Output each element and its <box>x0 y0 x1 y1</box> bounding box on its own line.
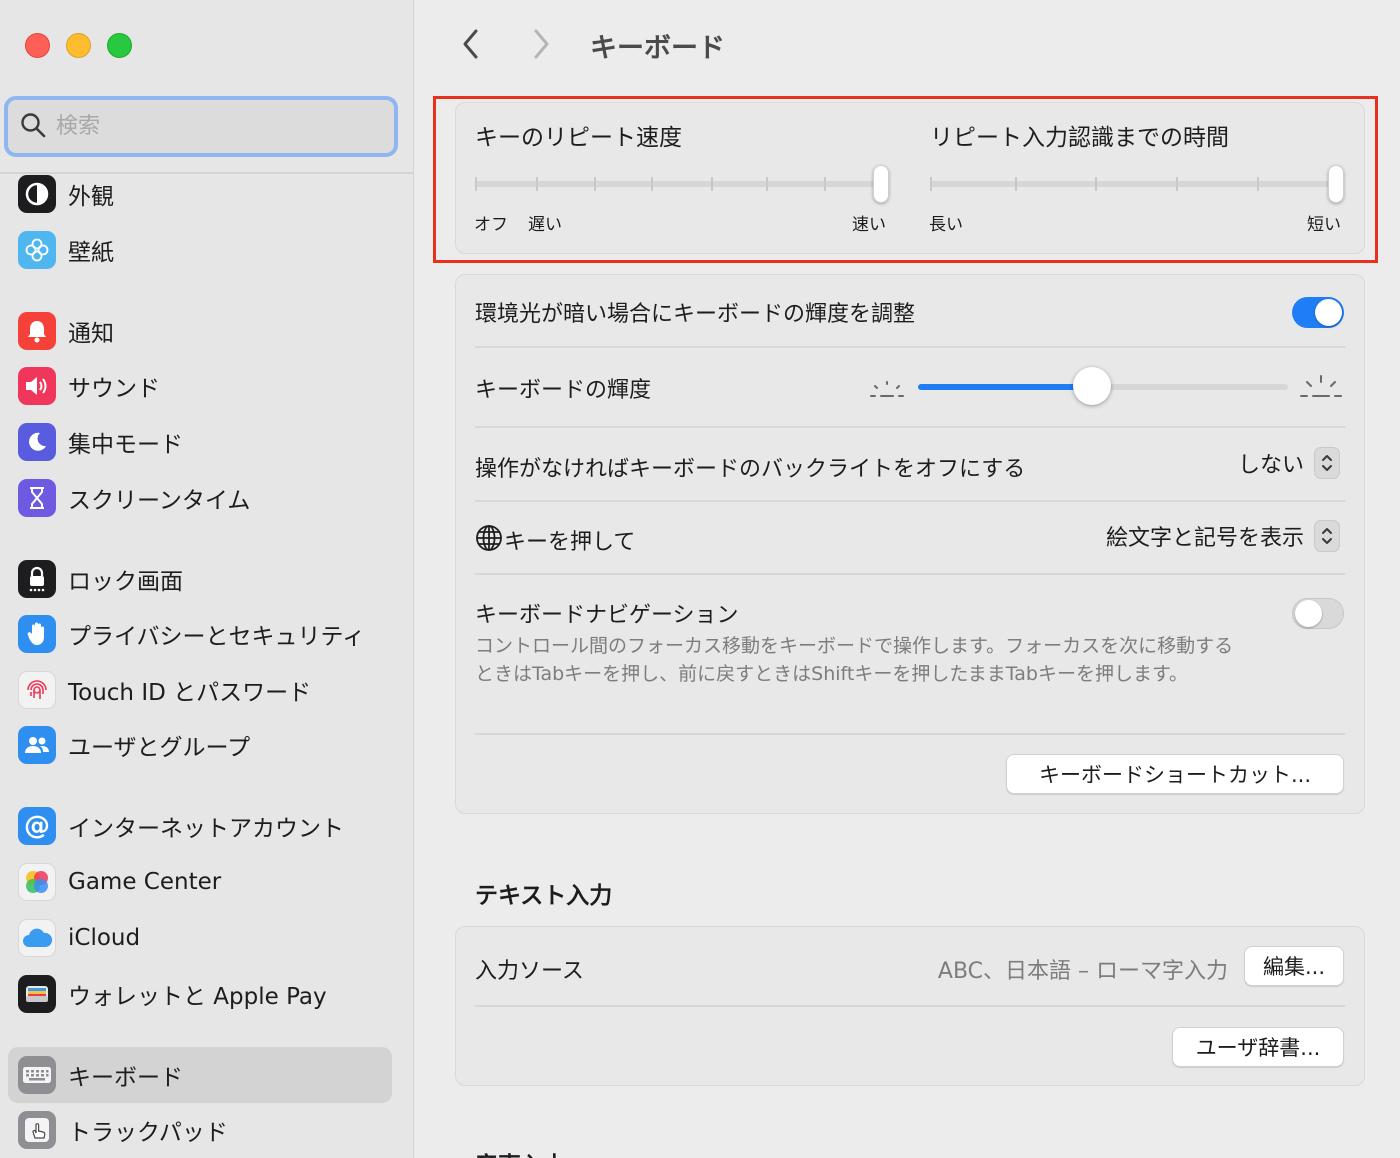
main-panel: キーボード キーのリピート速度 オフ 遅い 速い リピート入力認識までの時間 長… <box>415 0 1400 1158</box>
sidebar-item-label: 通知 <box>68 321 114 347</box>
user-dictionary-button[interactable]: ユーザ辞書... <box>1172 1027 1344 1067</box>
sidebar-item-label: 集中モード <box>68 432 183 458</box>
keyboard-icon <box>18 1056 56 1094</box>
highlight-frame <box>433 96 1378 263</box>
sidebar-item-keyboard[interactable]: キーボード <box>8 1047 392 1103</box>
appearance-icon <box>18 175 56 213</box>
brightness-low-icon <box>867 374 907 404</box>
search-icon <box>20 112 46 142</box>
users-icon <box>18 726 56 764</box>
sidebar-item-label: ウォレットと Apple Pay <box>68 984 327 1010</box>
sidebar-item-sound[interactable]: サウンド <box>8 360 392 412</box>
brightness-knob[interactable] <box>1072 367 1111 405</box>
back-button[interactable] <box>451 24 491 64</box>
zoom-window-button[interactable] <box>107 33 132 58</box>
input-sources-label: 入力ソース <box>475 959 584 984</box>
globe-key-label: キーを押して <box>504 530 636 555</box>
sidebar-item-notifications[interactable]: 通知 <box>8 305 392 357</box>
divider <box>475 1005 1345 1007</box>
text-input-section-title: テキスト入力 <box>475 883 613 909</box>
sidebar-item-label: 壁紙 <box>68 240 114 266</box>
search-input[interactable] <box>56 114 356 139</box>
wallet-icon <box>18 975 56 1013</box>
brightness-label: キーボードの輝度 <box>475 378 652 403</box>
brightness-fill <box>918 384 1092 390</box>
bell-icon <box>18 312 56 350</box>
keyboard-shortcuts-button[interactable]: キーボードショートカット... <box>1006 754 1344 794</box>
sidebar-item-trackpad[interactable]: トラックパッド <box>8 1104 392 1156</box>
sidebar: 外観 壁紙 通知 サウンド 集中モード スクリーンタイム ロック画面 <box>0 0 414 1158</box>
sidebar-item-game-center[interactable]: Game Center <box>8 856 392 908</box>
chevron-right-icon <box>534 29 549 59</box>
sidebar-item-touch-id[interactable]: Touch ID とパスワード <box>8 664 392 716</box>
backlight-off-popup[interactable]: しない <box>1238 447 1340 479</box>
hourglass-icon <box>18 479 56 517</box>
at-icon: @ <box>18 807 56 845</box>
sidebar-item-wallpaper[interactable]: 壁紙 <box>8 224 392 276</box>
input-sources-value: ABC、日本語 – ローマ字入力 <box>937 959 1228 984</box>
auto-brightness-toggle[interactable] <box>1292 297 1344 328</box>
cloud-icon <box>18 919 56 957</box>
sidebar-item-label: ユーザとグループ <box>68 735 251 761</box>
chevron-updown-icon <box>1314 447 1340 479</box>
speaker-icon <box>18 367 56 405</box>
window-controls <box>25 33 132 58</box>
sidebar-item-label: プライバシーとセキュリティ <box>68 624 366 650</box>
sidebar-item-label: キーボード <box>68 1065 183 1091</box>
fingerprint-icon <box>18 671 56 709</box>
divider <box>475 500 1345 502</box>
search-field[interactable] <box>4 96 398 157</box>
sidebar-item-internet-accounts[interactable]: @ インターネットアカウント <box>8 800 392 852</box>
divider <box>475 573 1345 575</box>
globe-key-value: 絵文字と記号を表示 <box>1105 526 1304 551</box>
forward-button[interactable] <box>521 24 561 64</box>
brightness-high-icon <box>1299 372 1343 404</box>
keyboard-navigation-description: コントロール間のフォーカス移動をキーボードで操作します。フォーカスを次に移動する… <box>475 635 1234 685</box>
sidebar-item-focus[interactable]: 集中モード <box>8 416 392 468</box>
sidebar-item-label: iCloud <box>68 925 141 951</box>
sidebar-item-users[interactable]: ユーザとグループ <box>8 719 392 771</box>
globe-key-popup[interactable]: 絵文字と記号を表示 <box>1106 520 1340 552</box>
sidebar-item-icloud[interactable]: iCloud <box>8 912 392 964</box>
game-center-icon <box>18 863 56 901</box>
sidebar-item-privacy[interactable]: プライバシーとセキュリティ <box>8 608 392 660</box>
moon-icon <box>18 423 56 461</box>
hand-icon <box>18 615 56 653</box>
globe-icon <box>475 524 503 556</box>
chevron-updown-icon <box>1314 520 1340 552</box>
trackpad-icon <box>18 1111 56 1149</box>
sidebar-item-label: ロック画面 <box>68 569 183 595</box>
auto-brightness-label: 環境光が暗い場合にキーボードの輝度を調整 <box>475 302 916 327</box>
sidebar-item-label: Touch ID とパスワード <box>68 680 312 706</box>
sidebar-item-screen-time[interactable]: スクリーンタイム <box>8 472 392 524</box>
sidebar-item-label: サウンド <box>68 376 160 402</box>
sidebar-item-label: トラックパッド <box>68 1120 228 1146</box>
sidebar-item-label: 外観 <box>68 184 114 210</box>
keyboard-navigation-toggle[interactable] <box>1292 598 1344 629</box>
brightness-slider[interactable] <box>918 367 1288 405</box>
wallpaper-icon <box>18 231 56 269</box>
divider <box>475 733 1345 735</box>
divider <box>475 346 1345 348</box>
page-title: キーボード <box>590 33 725 64</box>
sidebar-item-wallet[interactable]: ウォレットと Apple Pay <box>8 968 392 1020</box>
backlight-off-value: しない <box>1237 453 1304 478</box>
sidebar-item-label: スクリーンタイム <box>68 488 251 514</box>
edit-input-sources-button[interactable]: 編集... <box>1244 946 1344 986</box>
backlight-off-label: 操作がなければキーボードのバックライトをオフにする <box>475 457 1026 482</box>
keyboard-navigation-label: キーボードナビゲーション <box>475 603 739 628</box>
dictation-section-title: 音声入力 <box>475 1146 567 1158</box>
sidebar-item-label: Game Center <box>68 869 222 895</box>
divider <box>475 426 1345 428</box>
minimize-window-button[interactable] <box>66 33 91 58</box>
lock-icon <box>18 560 56 598</box>
sidebar-item-appearance[interactable]: 外観 <box>8 168 392 220</box>
sidebar-item-lock-screen[interactable]: ロック画面 <box>8 553 392 605</box>
close-window-button[interactable] <box>25 33 50 58</box>
sidebar-item-label: インターネットアカウント <box>68 816 344 842</box>
chevron-left-icon <box>463 29 478 59</box>
